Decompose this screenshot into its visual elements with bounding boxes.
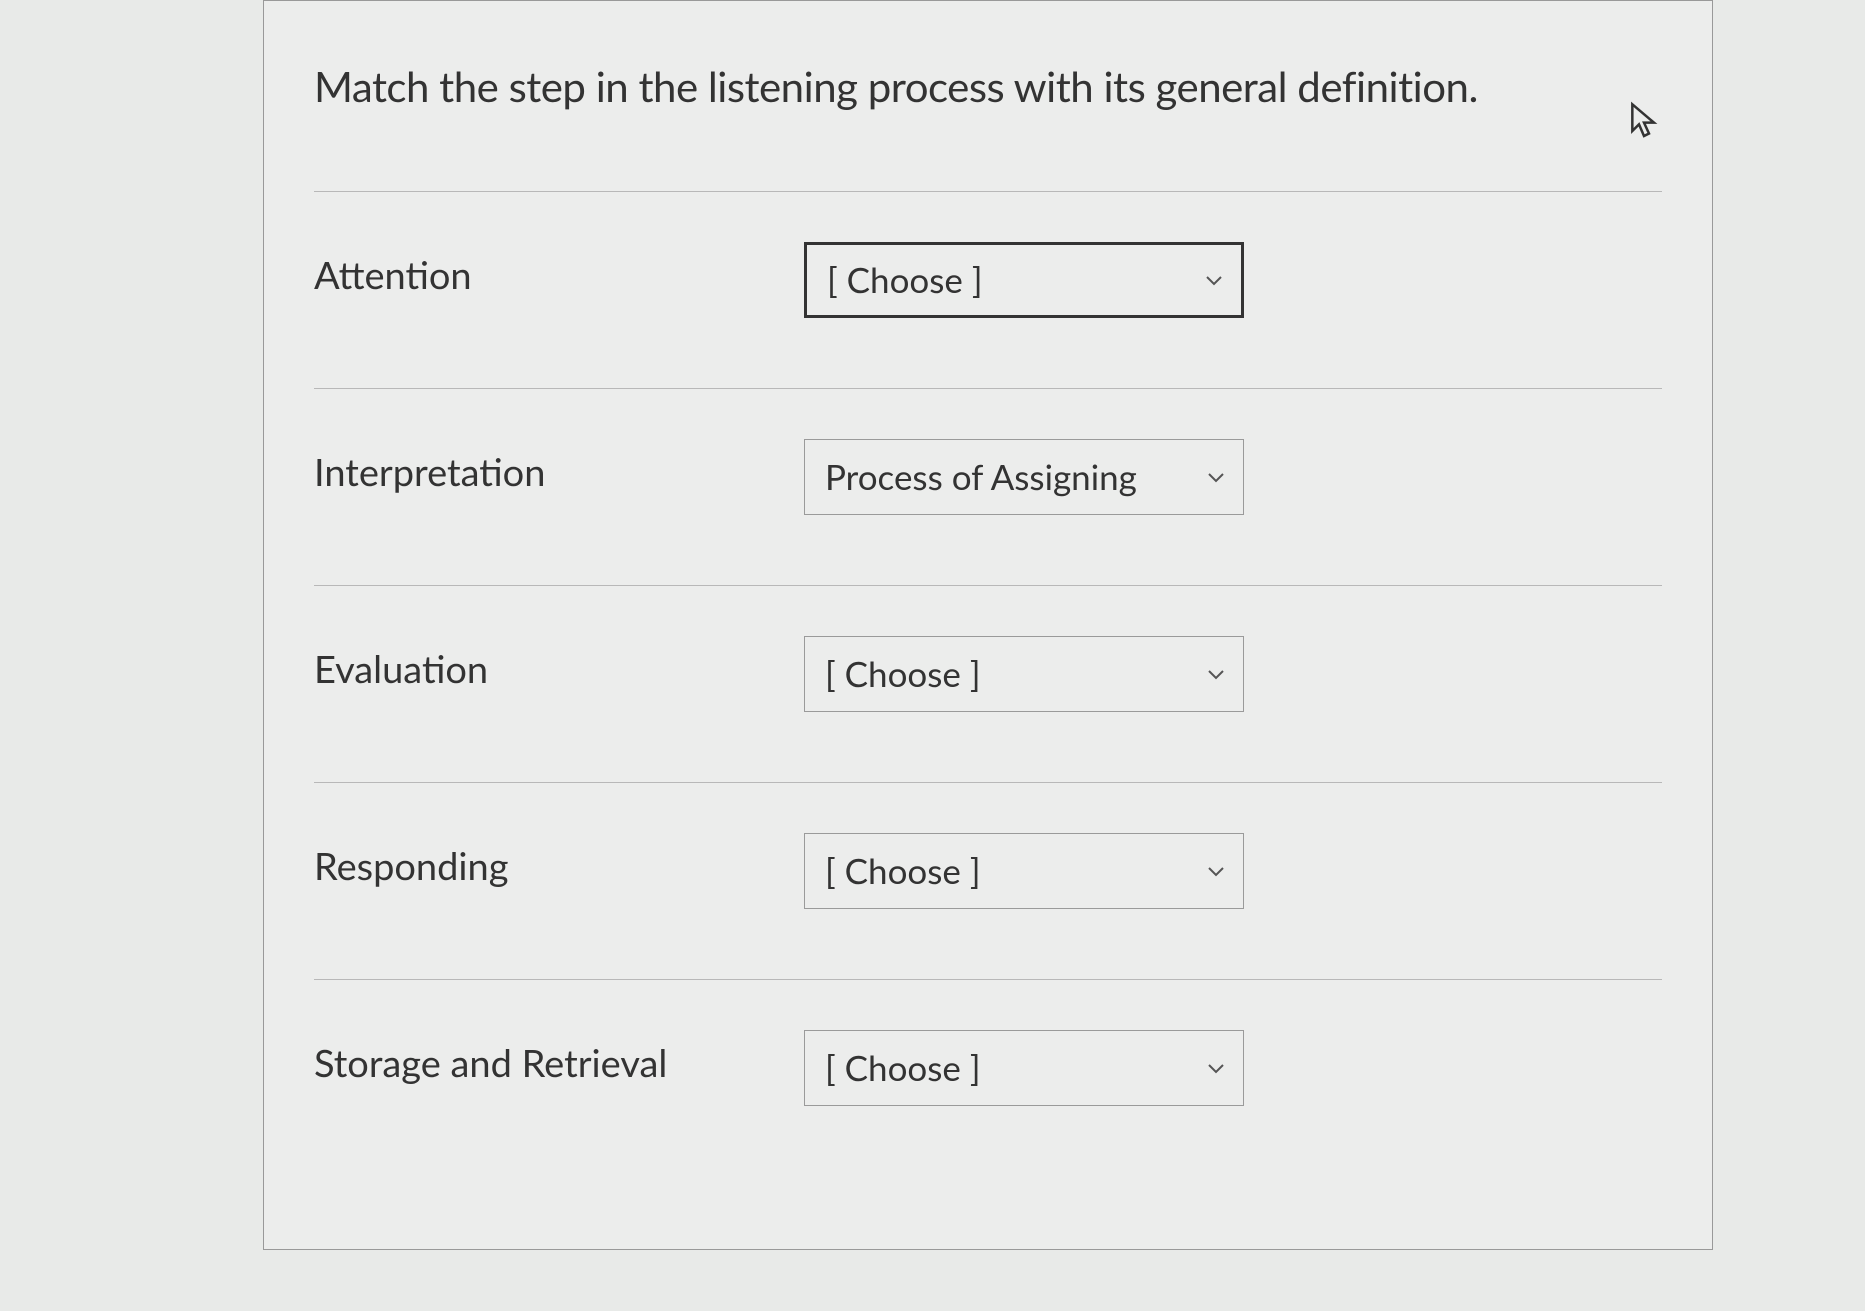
select-value: [ Choose ] (825, 850, 981, 892)
select-value: [ Choose ] (825, 1047, 981, 1089)
select-wrapper: [ Choose ] (804, 1030, 1244, 1106)
select-value: [ Choose ] (825, 653, 981, 695)
question-prompt: Match the step in the listening process … (314, 61, 1662, 111)
match-row-interpretation: Interpretation Process of Assigning (314, 388, 1662, 585)
match-label: Evaluation (314, 636, 804, 692)
match-row-storage-retrieval: Storage and Retrieval [ Choose ] (314, 979, 1662, 1176)
select-wrapper: Process of Assigning (804, 439, 1244, 515)
select-storage-retrieval[interactable]: [ Choose ] (804, 1030, 1244, 1106)
select-wrapper: [ Choose ] (804, 636, 1244, 712)
select-value: Process of Assigning (825, 456, 1137, 498)
match-label: Storage and Retrieval (314, 1030, 804, 1086)
chevron-down-icon (1207, 865, 1225, 877)
chevron-down-icon (1207, 471, 1225, 483)
match-row-attention: Attention [ Choose ] (314, 191, 1662, 388)
quiz-container: Match the step in the listening process … (263, 0, 1713, 1250)
match-row-evaluation: Evaluation [ Choose ] (314, 585, 1662, 782)
select-wrapper: [ Choose ] (804, 242, 1244, 318)
select-evaluation[interactable]: [ Choose ] (804, 636, 1244, 712)
select-attention[interactable]: [ Choose ] (804, 242, 1244, 318)
select-value: [ Choose ] (827, 259, 983, 301)
match-label: Responding (314, 833, 804, 889)
chevron-down-icon (1205, 274, 1223, 286)
select-interpretation[interactable]: Process of Assigning (804, 439, 1244, 515)
chevron-down-icon (1207, 668, 1225, 680)
match-row-responding: Responding [ Choose ] (314, 782, 1662, 979)
select-responding[interactable]: [ Choose ] (804, 833, 1244, 909)
match-label: Interpretation (314, 439, 804, 495)
match-label: Attention (314, 242, 804, 298)
select-wrapper: [ Choose ] (804, 833, 1244, 909)
chevron-down-icon (1207, 1062, 1225, 1074)
cursor-pointer-icon (1626, 101, 1662, 141)
